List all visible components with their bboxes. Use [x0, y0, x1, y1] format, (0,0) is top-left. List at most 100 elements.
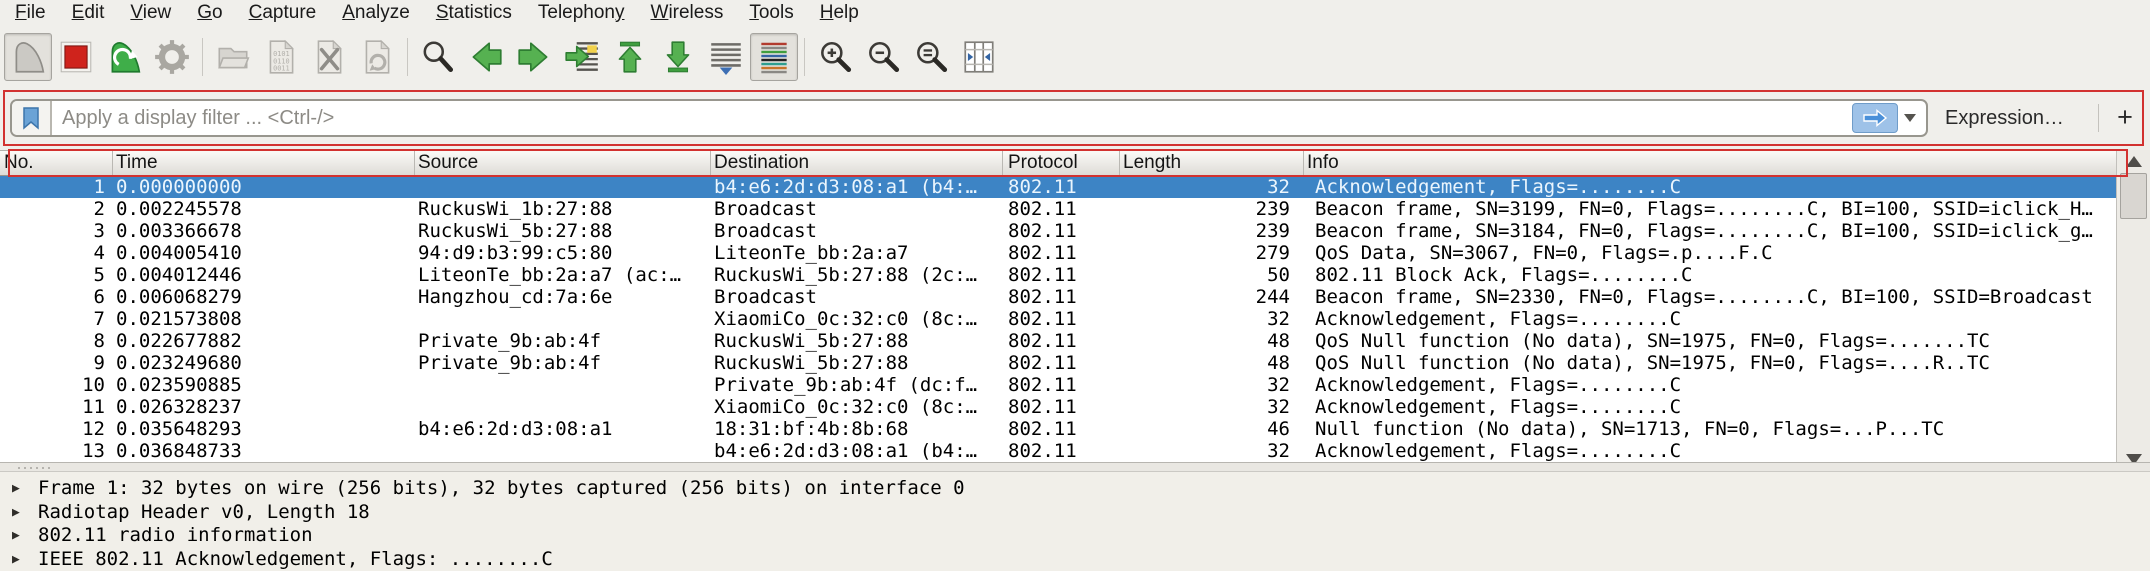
column-divider[interactable]	[1002, 151, 1003, 175]
column-divider[interactable]	[112, 151, 113, 175]
column-header-protocol[interactable]: Protocol	[1008, 152, 1078, 174]
column-divider[interactable]	[1119, 151, 1120, 175]
column-header-no[interactable]: No.	[4, 152, 34, 174]
apply-filter-button[interactable]	[1852, 103, 1898, 133]
packet-list-header: No. Time Source Destination Protocol Len…	[0, 150, 2116, 176]
packet-row[interactable]: 10 0.023590885 Private_9b:ab:4f (dc:f… 8…	[0, 374, 2116, 396]
column-header-info[interactable]: Info	[1307, 152, 1339, 174]
menu-item[interactable]: File	[2, 1, 59, 25]
close-document-icon	[310, 38, 348, 76]
expander-triangle-icon[interactable]: ▶	[12, 548, 38, 572]
go-forward-button[interactable]	[510, 33, 558, 81]
menu-item[interactable]: Help	[807, 1, 872, 25]
menu-item[interactable]: Wireless	[638, 1, 737, 25]
colorize-packets-button[interactable]	[750, 33, 798, 81]
packet-list-scrollbar[interactable]	[2116, 150, 2150, 470]
cell-protocol: 802.11	[1008, 286, 1077, 308]
go-back-button[interactable]	[462, 33, 510, 81]
cell-no: 1	[0, 176, 105, 198]
zoom-out-button[interactable]	[859, 33, 907, 81]
detail-tree-row[interactable]: ▶ Frame 1: 32 bytes on wire (256 bits), …	[0, 477, 2150, 501]
menu-bar: File Edit View Go Capture Analyze Statis…	[0, 0, 2150, 26]
column-header-time[interactable]: Time	[116, 152, 158, 174]
packet-row[interactable]: 7 0.021573808 XiaomiCo_0c:32:c0 (8c:… 80…	[0, 308, 2116, 330]
column-header-length[interactable]: Length	[1123, 152, 1181, 174]
cell-no: 8	[0, 330, 105, 352]
column-header-source[interactable]: Source	[418, 152, 478, 174]
cell-destination: XiaomiCo_0c:32:c0 (8c:…	[714, 308, 977, 330]
start-capture-button[interactable]	[4, 33, 52, 81]
filter-bookmark-button[interactable]	[12, 101, 52, 135]
stop-capture-button[interactable]	[52, 33, 100, 81]
detail-tree-row[interactable]: ▶ IEEE 802.11 Acknowledgement, Flags: ..…	[0, 548, 2150, 572]
zoom-reset-button[interactable]	[907, 33, 955, 81]
packet-row[interactable]: 11 0.026328237 XiaomiCo_0c:32:c0 (8c:… 8…	[0, 396, 2116, 418]
save-file-button[interactable]: 010101100011	[257, 33, 305, 81]
column-divider[interactable]	[710, 151, 711, 175]
cell-time: 0.003366678	[116, 220, 242, 242]
packet-row[interactable]: 1 0.000000000 b4:e6:2d:d3:08:a1 (b4:… 80…	[0, 176, 2116, 198]
packet-row[interactable]: 8 0.022677882 Private_9b:ab:4f RuckusWi_…	[0, 330, 2116, 352]
arrow-left-icon	[467, 38, 505, 76]
expander-triangle-icon[interactable]: ▶	[12, 501, 38, 525]
menu-item[interactable]: Analyze	[329, 1, 423, 25]
packet-row[interactable]: 12 0.035648293 b4:e6:2d:d3:08:a1 18:31:b…	[0, 418, 2116, 440]
close-file-button[interactable]	[305, 33, 353, 81]
packet-row[interactable]: 6 0.006068279 Hangzhou_cd:7a:6e Broadcas…	[0, 286, 2116, 308]
column-header-destination[interactable]: Destination	[714, 152, 809, 174]
cell-no: 3	[0, 220, 105, 242]
add-filter-button[interactable]: +	[2106, 97, 2144, 137]
cell-info: Acknowledgement, Flags=........C	[1315, 176, 2114, 198]
cell-length: 239	[1119, 198, 1290, 220]
cell-no: 10	[0, 374, 105, 396]
cell-no: 9	[0, 352, 105, 374]
column-divider[interactable]	[414, 151, 415, 175]
packet-row[interactable]: 9 0.023249680 Private_9b:ab:4f RuckusWi_…	[0, 352, 2116, 374]
menu-item[interactable]: Edit	[59, 1, 118, 25]
zoom-in-button[interactable]	[811, 33, 859, 81]
packet-row[interactable]: 4 0.004005410 94:d9:b3:99:c5:80 LiteonTe…	[0, 242, 2116, 264]
packet-row[interactable]: 2 0.002245578 RuckusWi_1b:27:88 Broadcas…	[0, 198, 2116, 220]
menu-item[interactable]: View	[117, 1, 184, 25]
packet-row[interactable]: 3 0.003366678 RuckusWi_5b:27:88 Broadcas…	[0, 220, 2116, 242]
scroll-up-button[interactable]	[2117, 150, 2150, 172]
expander-triangle-icon[interactable]: ▶	[12, 524, 38, 548]
menu-item[interactable]: Statistics	[423, 1, 525, 25]
cell-time: 0.004012446	[116, 264, 242, 286]
menu-item[interactable]: Telephony	[525, 1, 638, 25]
open-file-button[interactable]	[209, 33, 257, 81]
go-last-packet-button[interactable]	[654, 33, 702, 81]
cell-time: 0.036848733	[116, 440, 242, 462]
go-first-packet-button[interactable]	[606, 33, 654, 81]
auto-scroll-button[interactable]	[702, 33, 750, 81]
packet-row[interactable]: 5 0.004012446 LiteonTe_bb:2a:a7 (ac:… Ru…	[0, 264, 2116, 286]
column-divider[interactable]	[1303, 151, 1304, 175]
menu-item[interactable]: Capture	[236, 1, 330, 25]
detail-tree-row[interactable]: ▶ Radiotap Header v0, Length 18	[0, 501, 2150, 525]
detail-tree-row[interactable]: ▶ 802.11 radio information	[0, 524, 2150, 548]
menu-item[interactable]: Go	[184, 1, 235, 25]
expander-triangle-icon[interactable]: ▶	[12, 477, 38, 501]
detail-text: IEEE 802.11 Acknowledgement, Flags: ....…	[38, 548, 553, 572]
resize-columns-button[interactable]	[955, 33, 1003, 81]
cell-destination: RuckusWi_5b:27:88	[714, 352, 908, 374]
expression-button[interactable]: Expression…	[1945, 99, 2064, 137]
restart-capture-button[interactable]	[100, 33, 148, 81]
triangle-up-icon	[2126, 156, 2142, 167]
packet-row[interactable]: 13 0.036848733 b4:e6:2d:d3:08:a1 (b4:… 8…	[0, 440, 2116, 462]
go-to-packet-button[interactable]	[558, 33, 606, 81]
cell-time: 0.026328237	[116, 396, 242, 418]
cell-protocol: 802.11	[1008, 220, 1077, 242]
display-filter-field[interactable]	[10, 99, 1928, 137]
pane-splitter[interactable]	[0, 462, 2150, 472]
scrollbar-thumb[interactable]	[2120, 173, 2147, 219]
reload-file-button[interactable]	[353, 33, 401, 81]
menu-item[interactable]: Tools	[736, 1, 806, 25]
toolbar-separator	[407, 38, 408, 76]
find-packet-button[interactable]	[414, 33, 462, 81]
capture-options-button[interactable]	[148, 33, 196, 81]
cell-no: 12	[0, 418, 105, 440]
display-filter-input[interactable]	[52, 107, 1852, 130]
stop-square-icon	[57, 38, 95, 76]
filter-history-dropdown[interactable]	[1904, 114, 1916, 122]
